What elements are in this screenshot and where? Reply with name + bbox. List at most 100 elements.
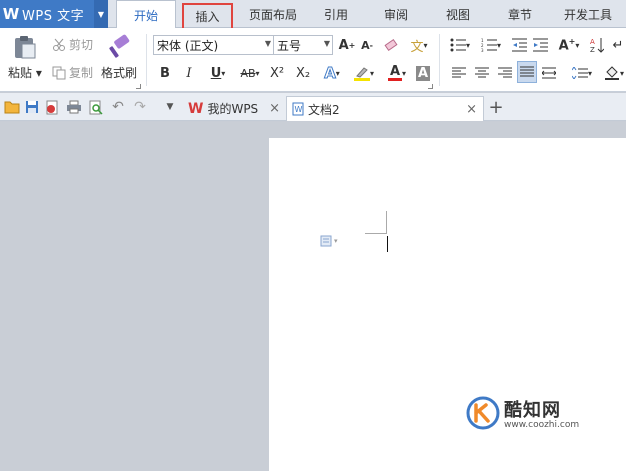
watermark-name: 酷知网	[504, 400, 561, 421]
ribbon-tab-bar: W WPS 文字 ▼ 开始 插入 页面布局 引用 审阅 视图 章节 开发工具	[0, 0, 626, 30]
doc-tab-document2[interactable]: W 文档2 ×	[286, 96, 484, 121]
italic-button[interactable]: I	[180, 62, 198, 84]
app-menu-dropdown-icon[interactable]: ▼	[94, 0, 108, 28]
font-size-value: 五号	[277, 38, 302, 53]
grow-font-icon: A	[338, 37, 349, 53]
highlighter-icon	[353, 66, 370, 81]
wps-brand-icon: W	[188, 100, 204, 117]
increase-indent-button[interactable]	[530, 34, 550, 56]
paste-label: 粘贴 ▾	[8, 66, 42, 80]
group-separator	[146, 34, 147, 86]
change-case-button[interactable]: A+ ▾	[554, 34, 584, 56]
export-pdf-icon[interactable]	[44, 99, 60, 115]
svg-text:W: W	[295, 105, 303, 114]
font-color-button[interactable]: A ▾	[382, 62, 412, 84]
phonetic-guide-icon: 文	[410, 39, 424, 55]
copy-button[interactable]: 复制	[52, 64, 93, 81]
paste-button[interactable]: 粘贴 ▾	[8, 34, 42, 81]
distributed-align-button[interactable]	[540, 62, 558, 84]
tab-page-layout[interactable]: 页面布局	[240, 0, 306, 28]
line-spacing-button[interactable]: ▾	[568, 62, 596, 84]
redo-icon[interactable]: ↷	[132, 99, 148, 115]
strikethrough-button[interactable]: AB ▾	[235, 62, 265, 84]
decrease-indent-icon	[511, 38, 527, 52]
chevron-down-icon: ▼	[323, 39, 330, 48]
change-case-icon: A+	[558, 36, 576, 54]
margin-marker	[365, 233, 387, 234]
app-menu-button[interactable]: W WPS 文字 ▼	[0, 0, 108, 28]
underline-button[interactable]: U ▾	[204, 62, 232, 84]
show-marks-button[interactable]: ↵	[610, 34, 626, 56]
tab-view[interactable]: 视图	[436, 0, 480, 28]
close-icon[interactable]: ×	[269, 101, 280, 116]
strikethrough-icon: AB	[240, 66, 256, 80]
margin-marker	[386, 211, 387, 234]
font-size-select[interactable]: 五号 ▼	[273, 35, 333, 55]
ribbon-home-panel: 粘贴 ▾ 剪切 复制 格式刷 宋体 (正文) ▼ 五号 ▼ A + A- 文 ▾ B	[0, 28, 626, 92]
wps-logo-icon: W	[2, 5, 20, 23]
bullets-button[interactable]: ▾	[446, 34, 474, 56]
character-shading-button[interactable]: A	[414, 62, 432, 84]
tab-references[interactable]: 引用	[314, 0, 358, 28]
tab-home[interactable]: 开始	[116, 0, 176, 29]
format-painter-icon	[109, 34, 130, 58]
shrink-font-icon: A	[361, 38, 370, 52]
format-painter-button[interactable]: 格式刷	[101, 34, 137, 81]
align-left-button[interactable]	[450, 62, 468, 84]
print-icon[interactable]	[66, 99, 82, 115]
group-separator	[439, 34, 440, 86]
save-icon[interactable]	[24, 99, 40, 115]
font-dialog-launcher-icon[interactable]	[428, 84, 433, 89]
grow-font-button[interactable]: A +	[337, 34, 357, 56]
open-folder-icon[interactable]	[4, 99, 20, 115]
tab-sections[interactable]: 章节	[498, 0, 542, 28]
clipboard-dialog-launcher-icon[interactable]	[136, 84, 141, 89]
chevron-down-icon: ▼	[264, 39, 271, 48]
svg-text:A: A	[590, 38, 595, 46]
quick-access-toolbar: ↶ ↷ ▼ W 我的WPS × W 文档2 × +	[0, 93, 626, 121]
character-shading-icon: A	[415, 65, 431, 81]
tab-review[interactable]: 审阅	[374, 0, 418, 28]
align-center-button[interactable]	[473, 62, 491, 84]
watermark: 酷知网 www.coozhi.com	[466, 396, 579, 430]
bullet-list-icon	[450, 38, 466, 52]
justify-button[interactable]	[517, 61, 537, 83]
eraser-icon	[384, 38, 398, 52]
customize-toolbar-icon[interactable]: ▼	[162, 99, 178, 115]
tab-developer-tools[interactable]: 开发工具	[556, 0, 620, 28]
app-title: WPS 文字	[22, 8, 85, 24]
sort-button[interactable]: AZ	[588, 34, 606, 56]
tab-insert[interactable]: 插入	[182, 3, 233, 30]
align-right-button[interactable]	[496, 62, 514, 84]
sort-icon: AZ	[590, 38, 604, 53]
cut-label: 剪切	[69, 38, 94, 52]
paragraph-handle[interactable]: ▾	[320, 235, 338, 247]
text-effect-button[interactable]: A ▾	[318, 62, 346, 84]
subscript-button[interactable]: X₂	[292, 62, 314, 84]
shrink-font-button[interactable]: A-	[357, 34, 377, 56]
shading-button[interactable]: ▾	[602, 62, 626, 84]
line-spacing-icon	[571, 67, 588, 79]
highlight-color-button[interactable]: ▾	[348, 62, 380, 84]
clear-format-button[interactable]	[380, 34, 402, 56]
superscript-button[interactable]: X²	[266, 62, 288, 84]
svg-text:Z: Z	[590, 46, 595, 53]
numbered-list-icon: 123	[481, 38, 497, 52]
close-icon[interactable]: ×	[466, 102, 477, 117]
cut-button[interactable]: 剪切	[52, 36, 93, 53]
underline-icon: U	[210, 65, 222, 81]
print-preview-icon[interactable]	[88, 99, 104, 115]
paragraph-layout-icon	[320, 235, 332, 247]
doc-tab-label: 我的WPS	[207, 102, 259, 116]
doc-tab-my-wps[interactable]: W 我的WPS ×	[184, 96, 286, 121]
new-tab-button[interactable]: +	[486, 96, 506, 118]
undo-icon[interactable]: ↶	[110, 99, 126, 115]
phonetic-guide-button[interactable]: 文 ▾	[405, 34, 433, 56]
font-family-select[interactable]: 宋体 (正文) ▼	[153, 35, 274, 55]
numbering-button[interactable]: 1 2 3 ▾	[477, 34, 505, 56]
bold-button[interactable]: B	[156, 62, 174, 84]
document-icon: W	[292, 102, 304, 116]
scissors-icon	[52, 38, 66, 52]
decrease-indent-button[interactable]	[509, 34, 529, 56]
font-family-value: 宋体 (正文)	[157, 38, 219, 53]
